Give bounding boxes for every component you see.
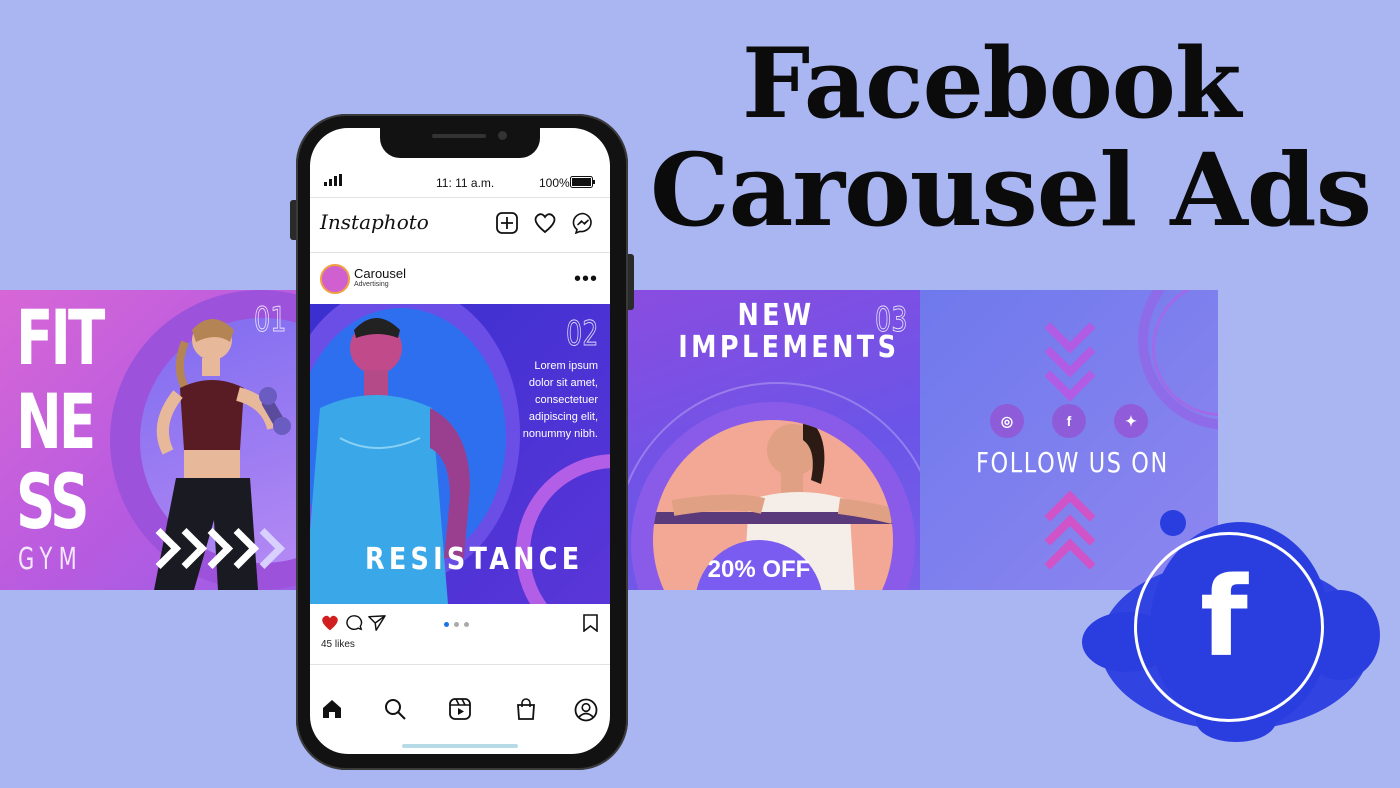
- fitness-line3: SS: [16, 457, 89, 546]
- follow-us-label: FOLLOW US ON: [976, 446, 1169, 479]
- phone-side-button: [628, 254, 634, 310]
- front-camera: [498, 131, 507, 140]
- fitness-line2: NE: [16, 377, 96, 466]
- likes-count: 45 likes: [321, 639, 355, 650]
- divider: [310, 664, 610, 665]
- heart-icon[interactable]: [533, 212, 557, 234]
- speaker-grill: [432, 134, 486, 138]
- slide1-number: 01: [254, 300, 287, 341]
- twitter-icon[interactable]: ✦: [1114, 404, 1148, 438]
- divider: [310, 252, 610, 253]
- slide-fitness: FIT NE SS GYM 01: [0, 290, 310, 590]
- phone-screen: 11: 11 a.m. 100% Instaphoto Carousel Adv…: [310, 128, 610, 754]
- paint-splash: [1160, 510, 1186, 536]
- home-icon[interactable]: [321, 698, 343, 720]
- signal-icon: [324, 174, 342, 189]
- fitness-line1: FIT: [16, 293, 105, 382]
- share-icon[interactable]: [368, 614, 386, 632]
- lorem-line: dolor sit amet,: [528, 377, 598, 389]
- new-implements-heading: NEW IMPLEMENTS: [678, 298, 900, 365]
- headline-line1: Facebook: [742, 27, 1241, 140]
- profile-icon[interactable]: [574, 698, 598, 722]
- slide-follow-us: ◎ f ✦ FOLLOW US ON: [920, 290, 1218, 590]
- status-battery: 100%: [539, 176, 570, 190]
- lorem-text: Lorem ipsum dolor sit amet, consectetuer…: [523, 358, 598, 443]
- resistance-heading: RESISTANCE: [365, 542, 584, 577]
- carousel-dot-active[interactable]: [444, 622, 449, 627]
- headline-line2: Carousel Ads: [650, 131, 1372, 249]
- new-implements-line1: NEW: [737, 298, 815, 333]
- search-icon[interactable]: [384, 698, 406, 720]
- slide-resistance[interactable]: 02 Lorem ipsum dolor sit amet, consectet…: [310, 304, 610, 604]
- gym-label: GYM: [18, 542, 84, 577]
- comment-icon[interactable]: [345, 614, 363, 632]
- home-indicator[interactable]: [402, 744, 518, 748]
- post-account-sub: Advertising: [354, 281, 389, 288]
- phone-mockup: 11: 11 a.m. 100% Instaphoto Carousel Adv…: [290, 114, 634, 770]
- facebook-icon: f: [1200, 553, 1248, 681]
- lorem-line: adipiscing elit,: [528, 411, 598, 423]
- new-implements-line2: IMPLEMENTS: [678, 330, 900, 365]
- phone-notch: [380, 128, 540, 158]
- lorem-line: consectetuer: [535, 394, 598, 406]
- reels-icon[interactable]: [449, 698, 471, 720]
- phone-side-button: [290, 200, 296, 240]
- add-post-icon[interactable]: [496, 212, 518, 234]
- avatar[interactable]: [320, 264, 350, 294]
- lorem-line: Lorem ipsum: [534, 360, 598, 372]
- slide-new-implements: NEW IMPLEMENTS 03 20% OFF: [625, 290, 920, 590]
- instagram-icon[interactable]: ◎: [990, 404, 1024, 438]
- slide3-number: 03: [875, 300, 908, 341]
- shop-bag-icon[interactable]: [515, 698, 537, 720]
- more-options-icon[interactable]: •••: [574, 268, 598, 291]
- slide2-ring-corner: [516, 454, 610, 604]
- lorem-line: nonummy nibh.: [522, 428, 598, 440]
- slide2-number: 02: [566, 314, 599, 355]
- post-account-name[interactable]: Carousel: [354, 266, 406, 281]
- battery-icon: [570, 176, 595, 188]
- app-logo: Instaphoto: [320, 210, 429, 234]
- messenger-icon[interactable]: [572, 212, 594, 234]
- carousel-dot[interactable]: [454, 622, 459, 627]
- facebook-icon[interactable]: f: [1052, 404, 1086, 438]
- carousel-dot[interactable]: [464, 622, 469, 627]
- divider: [310, 197, 610, 198]
- bookmark-icon[interactable]: [583, 614, 598, 632]
- slide4-ring-top: [1138, 290, 1218, 430]
- like-heart-icon[interactable]: [320, 614, 340, 632]
- status-time: 11: 11 a.m.: [436, 176, 495, 190]
